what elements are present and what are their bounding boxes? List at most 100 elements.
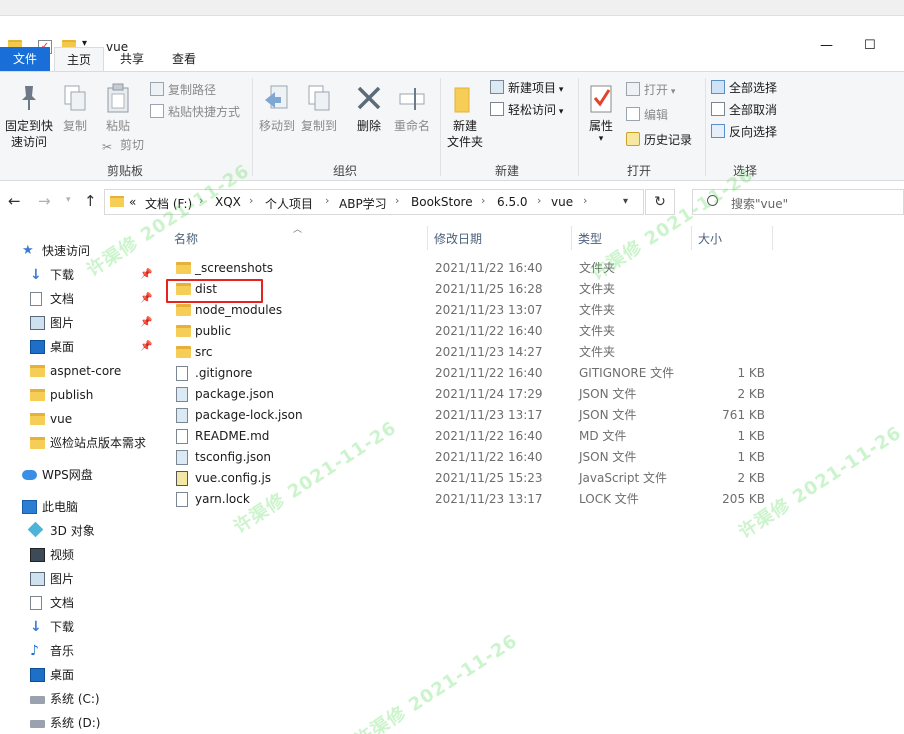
cut-button[interactable]: ✂ 剪切	[102, 135, 144, 155]
sidebar-item[interactable]: ♪ 音乐	[0, 640, 155, 662]
chevron-right-icon[interactable]: ›	[199, 194, 203, 207]
tab-share[interactable]: 共享	[108, 47, 156, 71]
pin-icon[interactable]: 📌	[140, 288, 152, 310]
invert-selection-button[interactable]: 反向选择	[711, 122, 777, 142]
select-group-label: 选择	[732, 164, 757, 178]
sidebar-item[interactable]: 巡检站点版本需求	[0, 432, 155, 454]
forward-arrow-icon[interactable]: →	[38, 192, 51, 210]
column-header-name[interactable]: 名称	[174, 230, 198, 247]
refresh-button[interactable]: ↻	[645, 189, 675, 215]
breadcrumb-item[interactable]: vue	[551, 195, 573, 209]
sidebar-item[interactable]: 视频	[0, 544, 155, 566]
column-divider[interactable]	[571, 226, 572, 250]
sidebar-item[interactable]: 3D 对象	[0, 520, 155, 542]
easy-access-button[interactable]: 轻松访问 ▾	[490, 100, 563, 120]
breadcrumb-overflow[interactable]: «	[129, 195, 136, 209]
sidebar-item[interactable]: 文档 📌	[0, 288, 155, 310]
copy-button[interactable]: 复制	[58, 82, 92, 134]
chevron-right-icon[interactable]: ›	[583, 194, 587, 207]
column-divider[interactable]	[691, 226, 692, 250]
file-row[interactable]: yarn.lock 2021/11/23 13:17 LOCK 文件 205 KB	[162, 489, 782, 510]
breadcrumb-item[interactable]: XQX	[215, 195, 241, 209]
file-row[interactable]: public 2021/11/22 16:40 文件夹	[162, 321, 782, 342]
sidebar-item[interactable]: aspnet-core	[0, 360, 155, 382]
chevron-right-icon[interactable]: ›	[395, 194, 399, 207]
file-type: 文件夹	[579, 261, 616, 275]
address-bar[interactable]: « 文档 (F:) › XQX › 个人项目 › ABP学习 › BookSto…	[104, 189, 644, 215]
sidebar-item[interactable]: 系统 (D:)	[0, 712, 155, 734]
select-all-button[interactable]: 全部选择	[711, 78, 777, 98]
file-row[interactable]: node_modules 2021/11/23 13:07 文件夹	[162, 300, 782, 321]
breadcrumb-item[interactable]: 个人项目	[265, 195, 313, 212]
sidebar-item[interactable]: publish	[0, 384, 155, 406]
copy-to-button[interactable]: 复制到	[298, 82, 340, 134]
move-to-button[interactable]: 移动到	[256, 82, 298, 134]
file-type: 文件夹	[579, 303, 616, 317]
file-type: 文件夹	[579, 345, 616, 359]
paste-shortcut-button[interactable]: 粘贴快捷方式	[150, 102, 240, 122]
breadcrumb-item[interactable]: ABP学习	[339, 195, 387, 212]
pin-quick-access-button[interactable]: 固定到快 速访问	[2, 82, 56, 150]
file-row[interactable]: src 2021/11/23 14:27 文件夹	[162, 342, 782, 363]
sidebar-item[interactable]: 桌面 📌	[0, 336, 155, 358]
sidebar-item-label: 桌面	[50, 340, 75, 354]
file-row[interactable]: vue.config.js 2021/11/25 15:23 JavaScript …	[162, 468, 782, 489]
video-icon	[30, 548, 45, 562]
sidebar-item[interactable]: ★ 快速访问	[0, 240, 155, 262]
sidebar-item[interactable]: 图片	[0, 568, 155, 590]
column-divider[interactable]	[772, 226, 773, 250]
pin-icon[interactable]: 📌	[140, 264, 152, 286]
column-header-type[interactable]: 类型	[578, 230, 602, 247]
sidebar-item[interactable]: 桌面	[0, 664, 155, 686]
up-arrow-icon[interactable]: ↑	[84, 192, 97, 210]
tab-file[interactable]: 文件	[0, 47, 50, 71]
column-header-size[interactable]: 大小	[698, 230, 722, 247]
copy-path-button[interactable]: 复制路径	[150, 80, 216, 100]
file-row[interactable]: package.json 2021/11/24 17:29 JSON 文件 2 KB	[162, 384, 782, 405]
history-button[interactable]: 历史记录	[626, 130, 692, 150]
ribbon: 固定到快 速访问 复制 粘贴 复制路径 粘贴快捷方式 ✂ 剪切 剪贴板 移动到 复…	[0, 71, 904, 181]
easy-access-label: 轻松访问	[508, 103, 557, 117]
new-item-button[interactable]: 新建项目 ▾	[490, 78, 563, 98]
sidebar-item[interactable]: WPS网盘	[0, 464, 155, 486]
back-arrow-icon[interactable]: ←	[8, 192, 21, 210]
sidebar-item[interactable]: 系统 (C:)	[0, 688, 155, 710]
sidebar-item[interactable]: 此电脑	[0, 496, 155, 518]
chevron-right-icon[interactable]: ›	[537, 194, 541, 207]
file-date: 2021/11/24 17:29	[435, 387, 543, 401]
breadcrumb-item[interactable]: 文档 (F:)	[145, 195, 192, 212]
select-none-button[interactable]: 全部取消	[711, 100, 777, 120]
address-dropdown-icon[interactable]: ▾	[623, 196, 628, 207]
column-divider[interactable]	[427, 226, 428, 250]
pin-icon[interactable]: 📌	[140, 312, 152, 334]
properties-button[interactable]: 属性 ▾	[582, 82, 620, 144]
sidebar-item[interactable]: 文档	[0, 592, 155, 614]
sidebar-item[interactable]: 图片 📌	[0, 312, 155, 334]
search-box[interactable]: 搜索"vue"	[692, 189, 904, 215]
sidebar-item[interactable]: ↓ 下载	[0, 616, 155, 638]
sidebar-item[interactable]: ↓ 下载 📌	[0, 264, 155, 286]
breadcrumb-item[interactable]: 6.5.0	[497, 195, 528, 209]
tab-view[interactable]: 查看	[160, 47, 208, 71]
chevron-right-icon[interactable]: ›	[481, 194, 485, 207]
file-row[interactable]: tsconfig.json 2021/11/22 16:40 JSON 文件 1 KB	[162, 447, 782, 468]
open-button[interactable]: 打开 ▾	[626, 80, 675, 100]
delete-button[interactable]: 删除	[352, 82, 386, 134]
breadcrumb-item[interactable]: BookStore	[411, 195, 473, 209]
recent-chevron-down-icon[interactable]: ▾	[66, 195, 71, 205]
new-folder-button[interactable]: 新建 文件夹	[444, 82, 486, 150]
tab-home[interactable]: 主页	[54, 47, 104, 71]
sidebar-item[interactable]: vue	[0, 408, 155, 430]
pin-icon[interactable]: 📌	[140, 336, 152, 358]
chevron-right-icon[interactable]: ›	[249, 194, 253, 207]
file-row[interactable]: _screenshots 2021/11/22 16:40 文件夹	[162, 258, 782, 279]
file-row[interactable]: .gitignore 2021/11/22 16:40 GITIGNORE 文件 1 …	[162, 363, 782, 384]
column-header-date[interactable]: 修改日期	[434, 230, 482, 247]
paste-button[interactable]: 粘贴	[100, 82, 136, 134]
file-name: yarn.lock	[195, 492, 250, 506]
file-row[interactable]: package-lock.json 2021/11/23 13:17 JSON 文件…	[162, 405, 782, 426]
chevron-right-icon[interactable]: ›	[325, 194, 329, 207]
file-row[interactable]: README.md 2021/11/22 16:40 MD 文件 1 KB	[162, 426, 782, 447]
rename-button[interactable]: 重命名	[390, 82, 434, 134]
edit-button[interactable]: 编辑	[626, 105, 668, 125]
